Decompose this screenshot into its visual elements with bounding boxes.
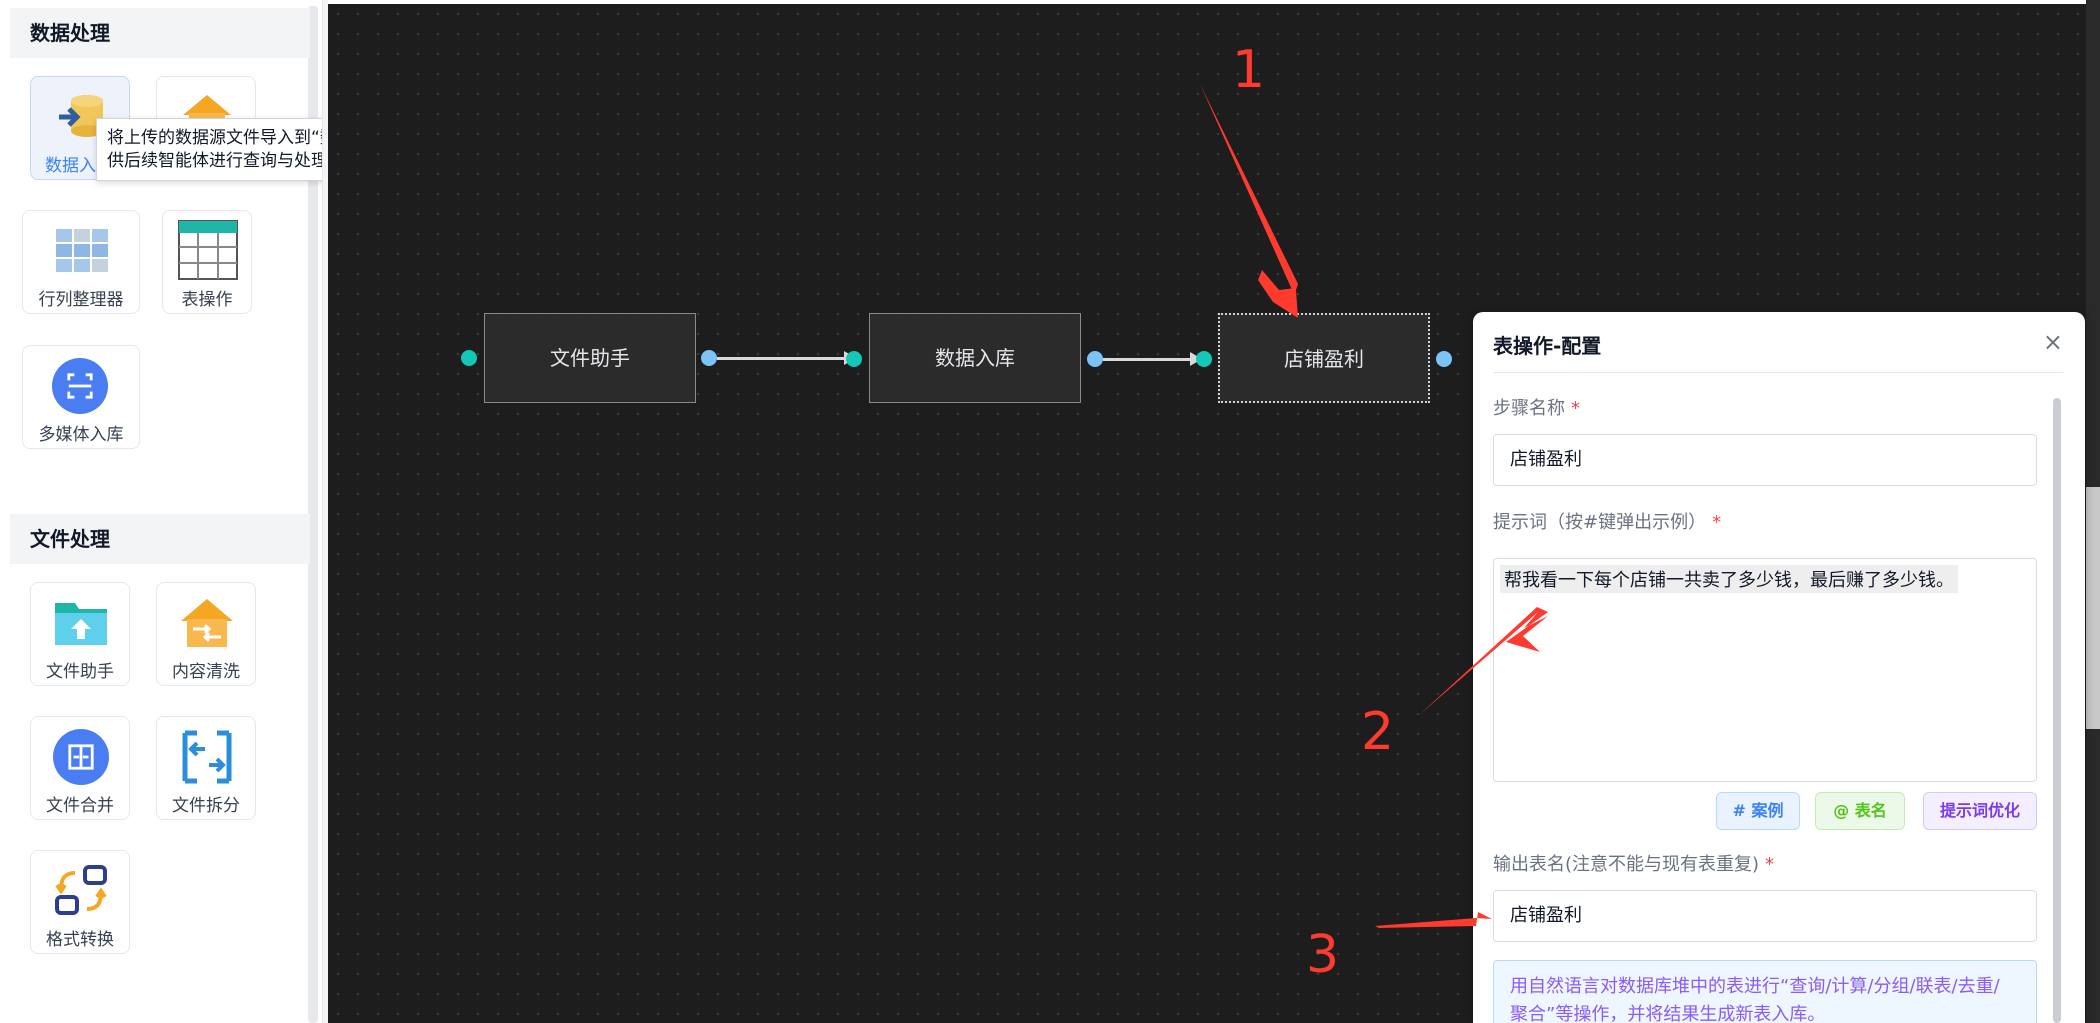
tool-label: 表操作: [181, 290, 233, 310]
prompt-optimize-button[interactable]: 提示词优化: [1923, 792, 2037, 830]
tool-file-merge[interactable]: 文件合并: [30, 716, 130, 820]
tool-label: 行列整理器: [38, 290, 124, 310]
node-store-profit[interactable]: 店铺盈利: [1218, 313, 1430, 403]
section-header-file-processing: 文件处理: [10, 514, 310, 564]
node-input-port[interactable]: [846, 351, 862, 367]
tooltip-line: 将上传的数据源文件导入到“数据库堆”中，: [107, 128, 322, 148]
tool-format-convert[interactable]: 格式转换: [30, 850, 130, 954]
tool-content-cleaning[interactable]: 内容清洗: [156, 582, 256, 686]
merge-icon: [53, 729, 109, 785]
required-mark: *: [1712, 512, 1722, 533]
edge-connector: [1103, 358, 1199, 361]
panel-scrollbar[interactable]: [2053, 398, 2061, 1023]
tool-table-operation[interactable]: 表操作: [162, 210, 252, 314]
tooltip-line: 供后续智能体进行查询与处理。: [107, 151, 323, 171]
scan-icon: [52, 358, 108, 414]
tool-label: 内容清洗: [172, 662, 240, 682]
required-mark: *: [1571, 398, 1580, 419]
info-box: 用自然语言对数据库堆中的表进行“查询/计算/分组/联表/去重/ 聚合”等操作，并…: [1493, 960, 2037, 1023]
scrollbar-thumb[interactable]: [2086, 487, 2100, 729]
case-button[interactable]: # 案例: [1716, 792, 1800, 830]
table-icon: [178, 220, 238, 280]
convert-icon: [55, 865, 107, 915]
folder-upload-icon: [55, 603, 107, 645]
label-text: 提示词（按#键弹出示例）: [1493, 512, 1707, 533]
output-table-input[interactable]: 店铺盈利: [1493, 890, 2037, 942]
tool-row-column-organizer[interactable]: 行列整理器: [22, 210, 140, 314]
node-output-port[interactable]: [701, 350, 717, 366]
tooltip: 将上传的数据源文件导入到“数据库堆”中， 供后续智能体进行查询与处理。: [96, 118, 323, 181]
close-icon[interactable]: ×: [2043, 328, 2063, 356]
grid-icon: [56, 229, 108, 272]
annotation-number-3: 3: [1306, 925, 1340, 985]
split-icon: [182, 730, 232, 784]
edge-connector: [717, 357, 853, 360]
tool-label: 多媒体入库: [38, 425, 124, 445]
step-name-label: 步骤名称 *: [1493, 394, 1580, 420]
section-header-data-processing: 数据处理: [10, 8, 310, 58]
node-input-port[interactable]: [1196, 351, 1212, 367]
step-name-input[interactable]: 店铺盈利: [1493, 434, 2037, 486]
info-text: 用自然语言对数据库堆中的表进行“查询/计算/分组/联表/去重/: [1510, 976, 2000, 997]
annotation-number-2: 2: [1361, 702, 1395, 762]
tool-multimedia-import[interactable]: 多媒体入库: [22, 345, 140, 449]
node-input-port[interactable]: [461, 350, 477, 366]
info-text: 聚合”等操作，并将结果生成新表入库。: [1510, 1004, 1826, 1023]
prompt-text: 帮我看一下每个店铺一共卖了多少钱，最后赚了多少钱。: [1500, 565, 1958, 593]
tool-label: 文件助手: [46, 662, 114, 682]
label-text: 步骤名称: [1493, 398, 1565, 419]
panel-title: 表操作-配置: [1493, 334, 1602, 358]
prompt-textarea[interactable]: 帮我看一下每个店铺一共卖了多少钱，最后赚了多少钱。: [1493, 558, 2037, 782]
node-output-port[interactable]: [1436, 351, 1452, 367]
tool-file-assistant[interactable]: 文件助手: [30, 582, 130, 686]
config-panel: 表操作-配置 × 步骤名称 * 店铺盈利 提示词（按#键弹出示例） * 帮我看一下每…: [1473, 312, 2085, 1023]
tool-label: 格式转换: [46, 930, 114, 950]
sidebar: 数据处理 数据入 将上传的数据源文件导入到“数据库堆”中， 供后续智能体进行查询…: [0, 0, 323, 1023]
tool-label: 文件合并: [46, 796, 114, 816]
prompt-label: 提示词（按#键弹出示例） *: [1493, 508, 1721, 534]
house-clean-icon: [181, 599, 233, 647]
table-name-button[interactable]: @ 表名: [1815, 792, 1905, 830]
label-text: 输出表名(注意不能与现有表重复): [1493, 854, 1760, 875]
node-file-assistant[interactable]: 文件助手: [484, 313, 696, 403]
node-output-port[interactable]: [1087, 351, 1103, 367]
node-data-import[interactable]: 数据入库: [869, 313, 1081, 403]
annotation-number-1: 1: [1232, 40, 1266, 100]
tool-file-split[interactable]: 文件拆分: [156, 716, 256, 820]
divider: [1493, 372, 2063, 373]
canvas-scrollbar[interactable]: [2086, 0, 2100, 1023]
output-table-label: 输出表名(注意不能与现有表重复) *: [1493, 850, 1774, 876]
required-mark: *: [1765, 854, 1775, 875]
tool-label: 文件拆分: [172, 796, 240, 816]
